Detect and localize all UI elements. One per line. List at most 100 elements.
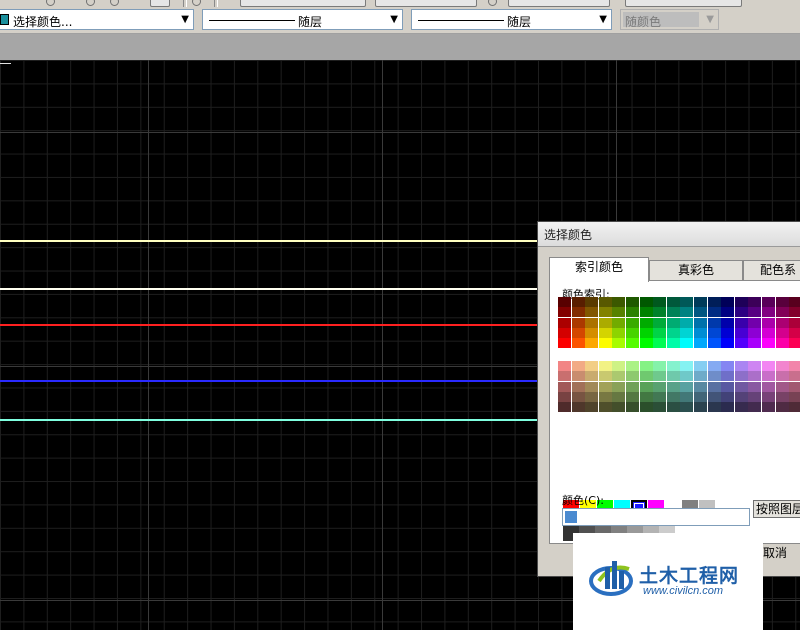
palette-cell[interactable] bbox=[775, 371, 789, 382]
palette-cell[interactable] bbox=[626, 391, 639, 402]
palette-cell[interactable] bbox=[762, 381, 775, 392]
palette-cell[interactable] bbox=[707, 361, 721, 371]
palette-cell[interactable] bbox=[571, 361, 585, 371]
palette-cell[interactable] bbox=[775, 361, 789, 371]
palette-cell[interactable] bbox=[762, 307, 775, 318]
palette-cell[interactable] bbox=[558, 371, 571, 382]
palette-cell[interactable] bbox=[721, 327, 735, 338]
palette-cell[interactable] bbox=[639, 307, 653, 318]
palette-cell[interactable] bbox=[666, 307, 680, 318]
toolbar-icon[interactable] bbox=[46, 0, 55, 6]
palette-cell[interactable] bbox=[626, 317, 639, 328]
palette-cell[interactable] bbox=[585, 391, 599, 402]
palette-cell[interactable] bbox=[585, 338, 599, 349]
palette-cell[interactable] bbox=[639, 371, 653, 382]
palette-cell[interactable] bbox=[639, 402, 653, 413]
palette-cell[interactable] bbox=[734, 338, 748, 349]
palette-cell[interactable] bbox=[585, 371, 599, 382]
drawn-line[interactable] bbox=[0, 380, 537, 382]
palette-cell[interactable] bbox=[626, 297, 639, 307]
palette-cell[interactable] bbox=[789, 402, 800, 413]
palette-cell[interactable] bbox=[734, 307, 748, 318]
palette-cell[interactable] bbox=[762, 317, 775, 328]
palette-cell[interactable] bbox=[653, 338, 667, 349]
palette-cell[interactable] bbox=[762, 297, 775, 307]
palette-cell[interactable] bbox=[680, 307, 694, 318]
palette-cell[interactable] bbox=[734, 317, 748, 328]
palette-cell[interactable] bbox=[612, 317, 626, 328]
palette-cell[interactable] bbox=[694, 317, 707, 328]
palette-cell[interactable] bbox=[558, 297, 571, 307]
palette-cell[interactable] bbox=[558, 381, 571, 392]
palette-cell[interactable] bbox=[789, 391, 800, 402]
palette-cell[interactable] bbox=[707, 371, 721, 382]
palette-cell[interactable] bbox=[680, 327, 694, 338]
palette-cell[interactable] bbox=[653, 327, 667, 338]
palette-cell[interactable] bbox=[666, 317, 680, 328]
palette-cell[interactable] bbox=[666, 338, 680, 349]
palette-cell[interactable] bbox=[789, 361, 800, 371]
palette-cell[interactable] bbox=[680, 338, 694, 349]
palette-cell[interactable] bbox=[666, 391, 680, 402]
palette-cell[interactable] bbox=[639, 338, 653, 349]
palette-cell[interactable] bbox=[775, 307, 789, 318]
palette-cell[interactable] bbox=[789, 317, 800, 328]
palette-cell[interactable] bbox=[721, 391, 735, 402]
palette-cell[interactable] bbox=[598, 361, 612, 371]
palette-cell[interactable] bbox=[639, 317, 653, 328]
palette-cell[interactable] bbox=[558, 307, 571, 318]
palette-cell[interactable] bbox=[666, 402, 680, 413]
palette-cell[interactable] bbox=[585, 327, 599, 338]
linetype-control-combo[interactable]: 随层 ▼ bbox=[202, 9, 403, 30]
tab-true-color[interactable]: 真彩色 bbox=[649, 260, 743, 280]
palette-cell[interactable] bbox=[775, 391, 789, 402]
lineweight-control-combo[interactable]: 随层 ▼ bbox=[411, 9, 612, 30]
palette-cell[interactable] bbox=[694, 307, 707, 318]
palette-cell[interactable] bbox=[775, 402, 789, 413]
palette-cell[interactable] bbox=[775, 297, 789, 307]
palette-cell[interactable] bbox=[680, 317, 694, 328]
palette-cell[interactable] bbox=[707, 402, 721, 413]
palette-cell[interactable] bbox=[558, 317, 571, 328]
palette-cell[interactable] bbox=[571, 402, 585, 413]
palette-cell[interactable] bbox=[762, 371, 775, 382]
palette-cell[interactable] bbox=[558, 391, 571, 402]
palette-cell[interactable] bbox=[775, 317, 789, 328]
dropdown-arrow-icon[interactable]: ▼ bbox=[181, 14, 189, 25]
palette-cell[interactable] bbox=[585, 402, 599, 413]
toolbar-icon[interactable] bbox=[192, 0, 201, 6]
palette-cell[interactable] bbox=[694, 338, 707, 349]
palette-cell[interactable] bbox=[626, 307, 639, 318]
palette-cell[interactable] bbox=[680, 381, 694, 392]
palette-cell[interactable] bbox=[626, 402, 639, 413]
palette-cell[interactable] bbox=[680, 402, 694, 413]
palette-cell[interactable] bbox=[612, 361, 626, 371]
palette-cell[interactable] bbox=[571, 391, 585, 402]
palette-cell[interactable] bbox=[748, 391, 762, 402]
palette-cell[interactable] bbox=[571, 338, 585, 349]
cancel-button[interactable]: 取消 bbox=[763, 544, 800, 562]
palette-cell[interactable] bbox=[612, 381, 626, 392]
palette-cell[interactable] bbox=[789, 297, 800, 307]
palette-cell[interactable] bbox=[789, 381, 800, 392]
palette-cell[interactable] bbox=[653, 402, 667, 413]
palette-cell[interactable] bbox=[721, 371, 735, 382]
palette-cell[interactable] bbox=[775, 381, 789, 392]
palette-cell[interactable] bbox=[762, 402, 775, 413]
palette-cell[interactable] bbox=[694, 381, 707, 392]
palette-cell[interactable] bbox=[734, 391, 748, 402]
palette-cell[interactable] bbox=[612, 307, 626, 318]
toolbar-icon[interactable] bbox=[110, 0, 119, 6]
palette-cell[interactable] bbox=[748, 402, 762, 413]
palette-cell[interactable] bbox=[789, 327, 800, 338]
toolbar-button[interactable] bbox=[375, 0, 477, 7]
palette-cell[interactable] bbox=[612, 391, 626, 402]
toolbar-button[interactable] bbox=[625, 0, 742, 7]
palette-cell[interactable] bbox=[680, 371, 694, 382]
palette-cell[interactable] bbox=[734, 402, 748, 413]
palette-cell[interactable] bbox=[775, 338, 789, 349]
palette-cell[interactable] bbox=[571, 327, 585, 338]
palette-cell[interactable] bbox=[721, 307, 735, 318]
palette-cell[interactable] bbox=[707, 381, 721, 392]
palette-cell[interactable] bbox=[653, 317, 667, 328]
